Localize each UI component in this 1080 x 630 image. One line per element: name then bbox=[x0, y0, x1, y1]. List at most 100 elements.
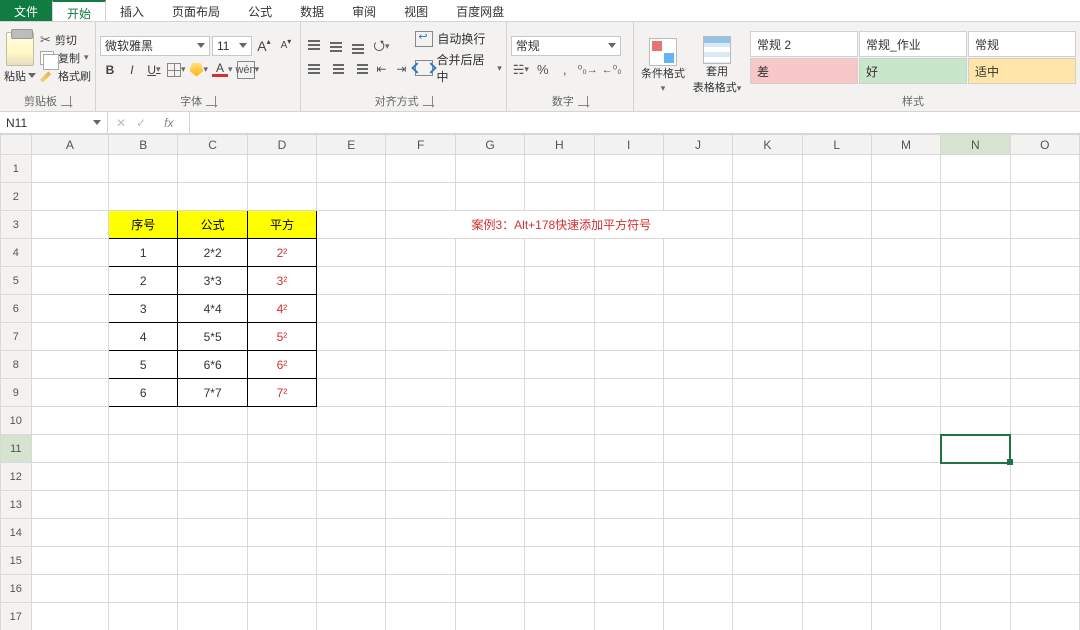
cell[interactable] bbox=[871, 239, 940, 267]
cell[interactable]: 4 bbox=[109, 323, 178, 351]
cell[interactable] bbox=[386, 295, 455, 323]
cell[interactable] bbox=[594, 407, 663, 435]
cell[interactable] bbox=[247, 519, 316, 547]
cell[interactable] bbox=[317, 575, 386, 603]
cell[interactable]: 3 bbox=[109, 295, 178, 323]
name-box[interactable]: N11 bbox=[0, 112, 108, 133]
cell[interactable] bbox=[525, 603, 594, 630]
cell[interactable] bbox=[733, 519, 802, 547]
dialog-launcher-icon[interactable] bbox=[61, 96, 71, 106]
cell[interactable] bbox=[733, 491, 802, 519]
row-header-1[interactable]: 1 bbox=[1, 155, 32, 183]
tab-file[interactable]: 文件 bbox=[0, 0, 52, 21]
phonetic-button[interactable]: wén▾ bbox=[236, 60, 261, 80]
grow-font-button[interactable]: A▴ bbox=[254, 36, 274, 56]
fill-color-button[interactable]: ▾ bbox=[189, 60, 210, 80]
percent-button[interactable]: % bbox=[533, 60, 553, 80]
cell[interactable] bbox=[663, 575, 732, 603]
cell[interactable]: 6 bbox=[109, 379, 178, 407]
cell[interactable] bbox=[455, 519, 524, 547]
cell[interactable] bbox=[802, 239, 871, 267]
cell[interactable] bbox=[178, 519, 247, 547]
cell[interactable] bbox=[663, 519, 732, 547]
cell[interactable] bbox=[733, 379, 802, 407]
copy-button[interactable]: 复制 ▾ bbox=[40, 50, 91, 66]
col-header-D[interactable]: D bbox=[247, 135, 316, 155]
cell[interactable] bbox=[455, 491, 524, 519]
select-all-corner[interactable] bbox=[1, 135, 32, 155]
col-header-E[interactable]: E bbox=[317, 135, 386, 155]
row-header-8[interactable]: 8 bbox=[1, 351, 32, 379]
cell[interactable] bbox=[663, 295, 732, 323]
row-header-16[interactable]: 16 bbox=[1, 575, 32, 603]
align-right-button[interactable] bbox=[349, 59, 371, 79]
fx-icon[interactable]: fx bbox=[156, 116, 181, 130]
cell[interactable] bbox=[525, 239, 594, 267]
cell[interactable] bbox=[941, 463, 1010, 491]
cell[interactable] bbox=[733, 351, 802, 379]
cell[interactable] bbox=[317, 239, 386, 267]
cell[interactable] bbox=[802, 267, 871, 295]
cell[interactable] bbox=[525, 435, 594, 463]
cell[interactable] bbox=[525, 407, 594, 435]
style-bad[interactable]: 差 bbox=[750, 58, 858, 84]
dialog-launcher-icon[interactable] bbox=[578, 96, 588, 106]
spreadsheet-grid[interactable]: A B C D E F G H I J K L M N O 123序号公式平方案… bbox=[0, 134, 1080, 630]
col-header-C[interactable]: C bbox=[178, 135, 247, 155]
formula-input[interactable] bbox=[190, 112, 1080, 133]
cell[interactable] bbox=[31, 575, 109, 603]
col-header-A[interactable]: A bbox=[31, 135, 109, 155]
cell[interactable] bbox=[386, 155, 455, 183]
cell[interactable] bbox=[109, 603, 178, 630]
cell[interactable] bbox=[1010, 463, 1079, 491]
cell[interactable] bbox=[178, 547, 247, 575]
cell[interactable] bbox=[663, 407, 732, 435]
cell[interactable] bbox=[802, 155, 871, 183]
conditional-format-button[interactable]: 条件格式 ▾ bbox=[638, 38, 688, 94]
cell[interactable] bbox=[871, 603, 940, 630]
cell[interactable]: 5 bbox=[109, 351, 178, 379]
col-header-M[interactable]: M bbox=[871, 135, 940, 155]
cell-style-gallery[interactable]: 常规 2 常规_作业 常规 差 好 适中 bbox=[750, 31, 1076, 84]
cell[interactable] bbox=[594, 603, 663, 630]
cell[interactable] bbox=[941, 407, 1010, 435]
cell[interactable] bbox=[1010, 603, 1079, 630]
cell[interactable] bbox=[594, 183, 663, 211]
cell[interactable] bbox=[31, 547, 109, 575]
paste-icon[interactable] bbox=[6, 32, 34, 66]
cell[interactable]: 7² bbox=[247, 379, 316, 407]
cell[interactable] bbox=[733, 463, 802, 491]
cell[interactable] bbox=[386, 603, 455, 630]
cell[interactable]: 6² bbox=[247, 351, 316, 379]
cell[interactable] bbox=[525, 463, 594, 491]
cell[interactable] bbox=[386, 547, 455, 575]
paste-button[interactable]: 粘贴 bbox=[4, 68, 36, 84]
cell[interactable] bbox=[941, 379, 1010, 407]
cell[interactable]: 公式 bbox=[178, 211, 247, 239]
col-header-H[interactable]: H bbox=[525, 135, 594, 155]
cell[interactable] bbox=[663, 183, 732, 211]
cell[interactable] bbox=[941, 519, 1010, 547]
cell[interactable]: 2² bbox=[247, 239, 316, 267]
cell[interactable] bbox=[871, 295, 940, 323]
cell[interactable] bbox=[525, 379, 594, 407]
cell[interactable] bbox=[317, 547, 386, 575]
cell[interactable] bbox=[941, 211, 1010, 239]
bold-button[interactable]: B bbox=[100, 60, 120, 80]
cell[interactable] bbox=[663, 463, 732, 491]
style-normal-hw[interactable]: 常规_作业 bbox=[859, 31, 967, 57]
cell[interactable] bbox=[802, 295, 871, 323]
cell[interactable]: 4*4 bbox=[178, 295, 247, 323]
cell[interactable] bbox=[317, 183, 386, 211]
number-format-combo[interactable]: 常规 bbox=[511, 36, 621, 56]
row-header-11[interactable]: 11 bbox=[1, 435, 32, 463]
merge-center-button[interactable]: 合并后居中 ▾ bbox=[415, 51, 501, 85]
cell[interactable] bbox=[1010, 267, 1079, 295]
cut-button[interactable]: ✂ 剪切 bbox=[40, 32, 91, 48]
cell[interactable] bbox=[178, 463, 247, 491]
row-header-5[interactable]: 5 bbox=[1, 267, 32, 295]
cell[interactable] bbox=[109, 491, 178, 519]
cell[interactable] bbox=[733, 547, 802, 575]
cell[interactable] bbox=[247, 183, 316, 211]
increase-decimal-button[interactable]: ⁰₀→ bbox=[577, 60, 599, 80]
